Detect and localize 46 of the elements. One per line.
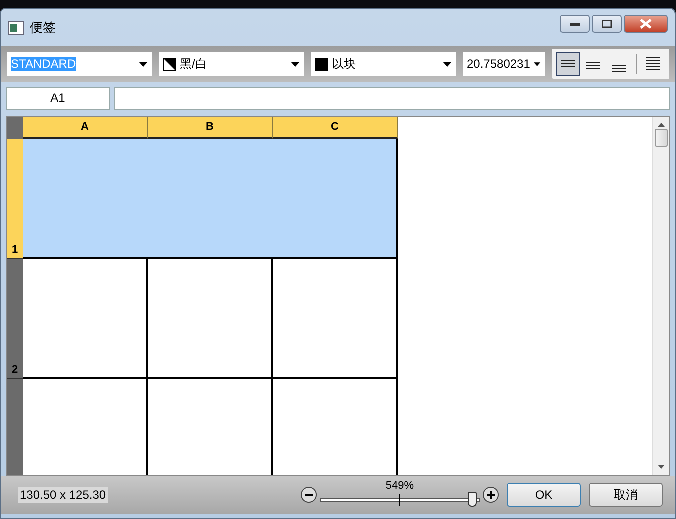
slider-thumb[interactable] — [468, 492, 477, 507]
caret-icon — [139, 62, 148, 66]
zoom-out-button[interactable] — [301, 487, 317, 503]
align-lines-icon — [646, 57, 660, 71]
close-icon — [640, 19, 652, 29]
column-header[interactable]: B — [148, 117, 273, 139]
minimize-icon — [570, 22, 580, 26]
zoom-slider[interactable]: 549% — [320, 478, 480, 512]
scroll-up-icon[interactable] — [658, 123, 664, 127]
split-square-icon — [163, 58, 176, 70]
maximize-icon — [602, 20, 612, 28]
caret-icon — [291, 62, 300, 66]
zoom-percent: 549% — [384, 480, 416, 492]
row-header[interactable]: 1 — [7, 139, 23, 259]
maximize-button[interactable] — [592, 15, 622, 33]
table-cell[interactable] — [148, 259, 273, 379]
app-icon — [8, 20, 24, 34]
cell-reference-field[interactable]: A1 — [6, 86, 110, 110]
zoom-in-button[interactable] — [483, 487, 499, 503]
column-header[interactable]: A — [23, 117, 148, 139]
dialog-button[interactable]: OK — [507, 483, 581, 507]
row-header[interactable]: 2 — [7, 259, 23, 379]
scroll-down-icon[interactable] — [658, 465, 664, 469]
minimize-button[interactable] — [560, 15, 590, 33]
close-button[interactable] — [624, 15, 668, 33]
dialog-button[interactable]: 取消 — [589, 483, 663, 507]
scroll-thumb[interactable] — [654, 129, 668, 147]
height-dropdown[interactable]: 20.7580231 — [463, 52, 545, 76]
caret-icon — [534, 62, 541, 66]
column-header[interactable]: C — [273, 117, 398, 139]
table-cell[interactable] — [273, 259, 398, 379]
color-dropdown[interactable]: 黑/白 — [159, 52, 304, 76]
size-label: 130.50 x 125.30 — [18, 487, 108, 503]
plus-icon — [487, 491, 495, 499]
table-cell[interactable] — [23, 259, 148, 379]
fill-dropdown[interactable]: 以块 — [311, 52, 456, 76]
window-title: 便签 — [30, 18, 56, 36]
align-lines-icon — [586, 62, 600, 70]
formula-field[interactable] — [114, 86, 670, 110]
minus-icon — [305, 494, 313, 496]
swatch-icon — [315, 58, 328, 70]
align-button[interactable] — [556, 52, 580, 76]
caret-icon — [443, 62, 452, 66]
merged-cell[interactable] — [23, 139, 398, 259]
align-lines-icon — [612, 65, 626, 73]
align-lines-icon — [560, 60, 575, 68]
